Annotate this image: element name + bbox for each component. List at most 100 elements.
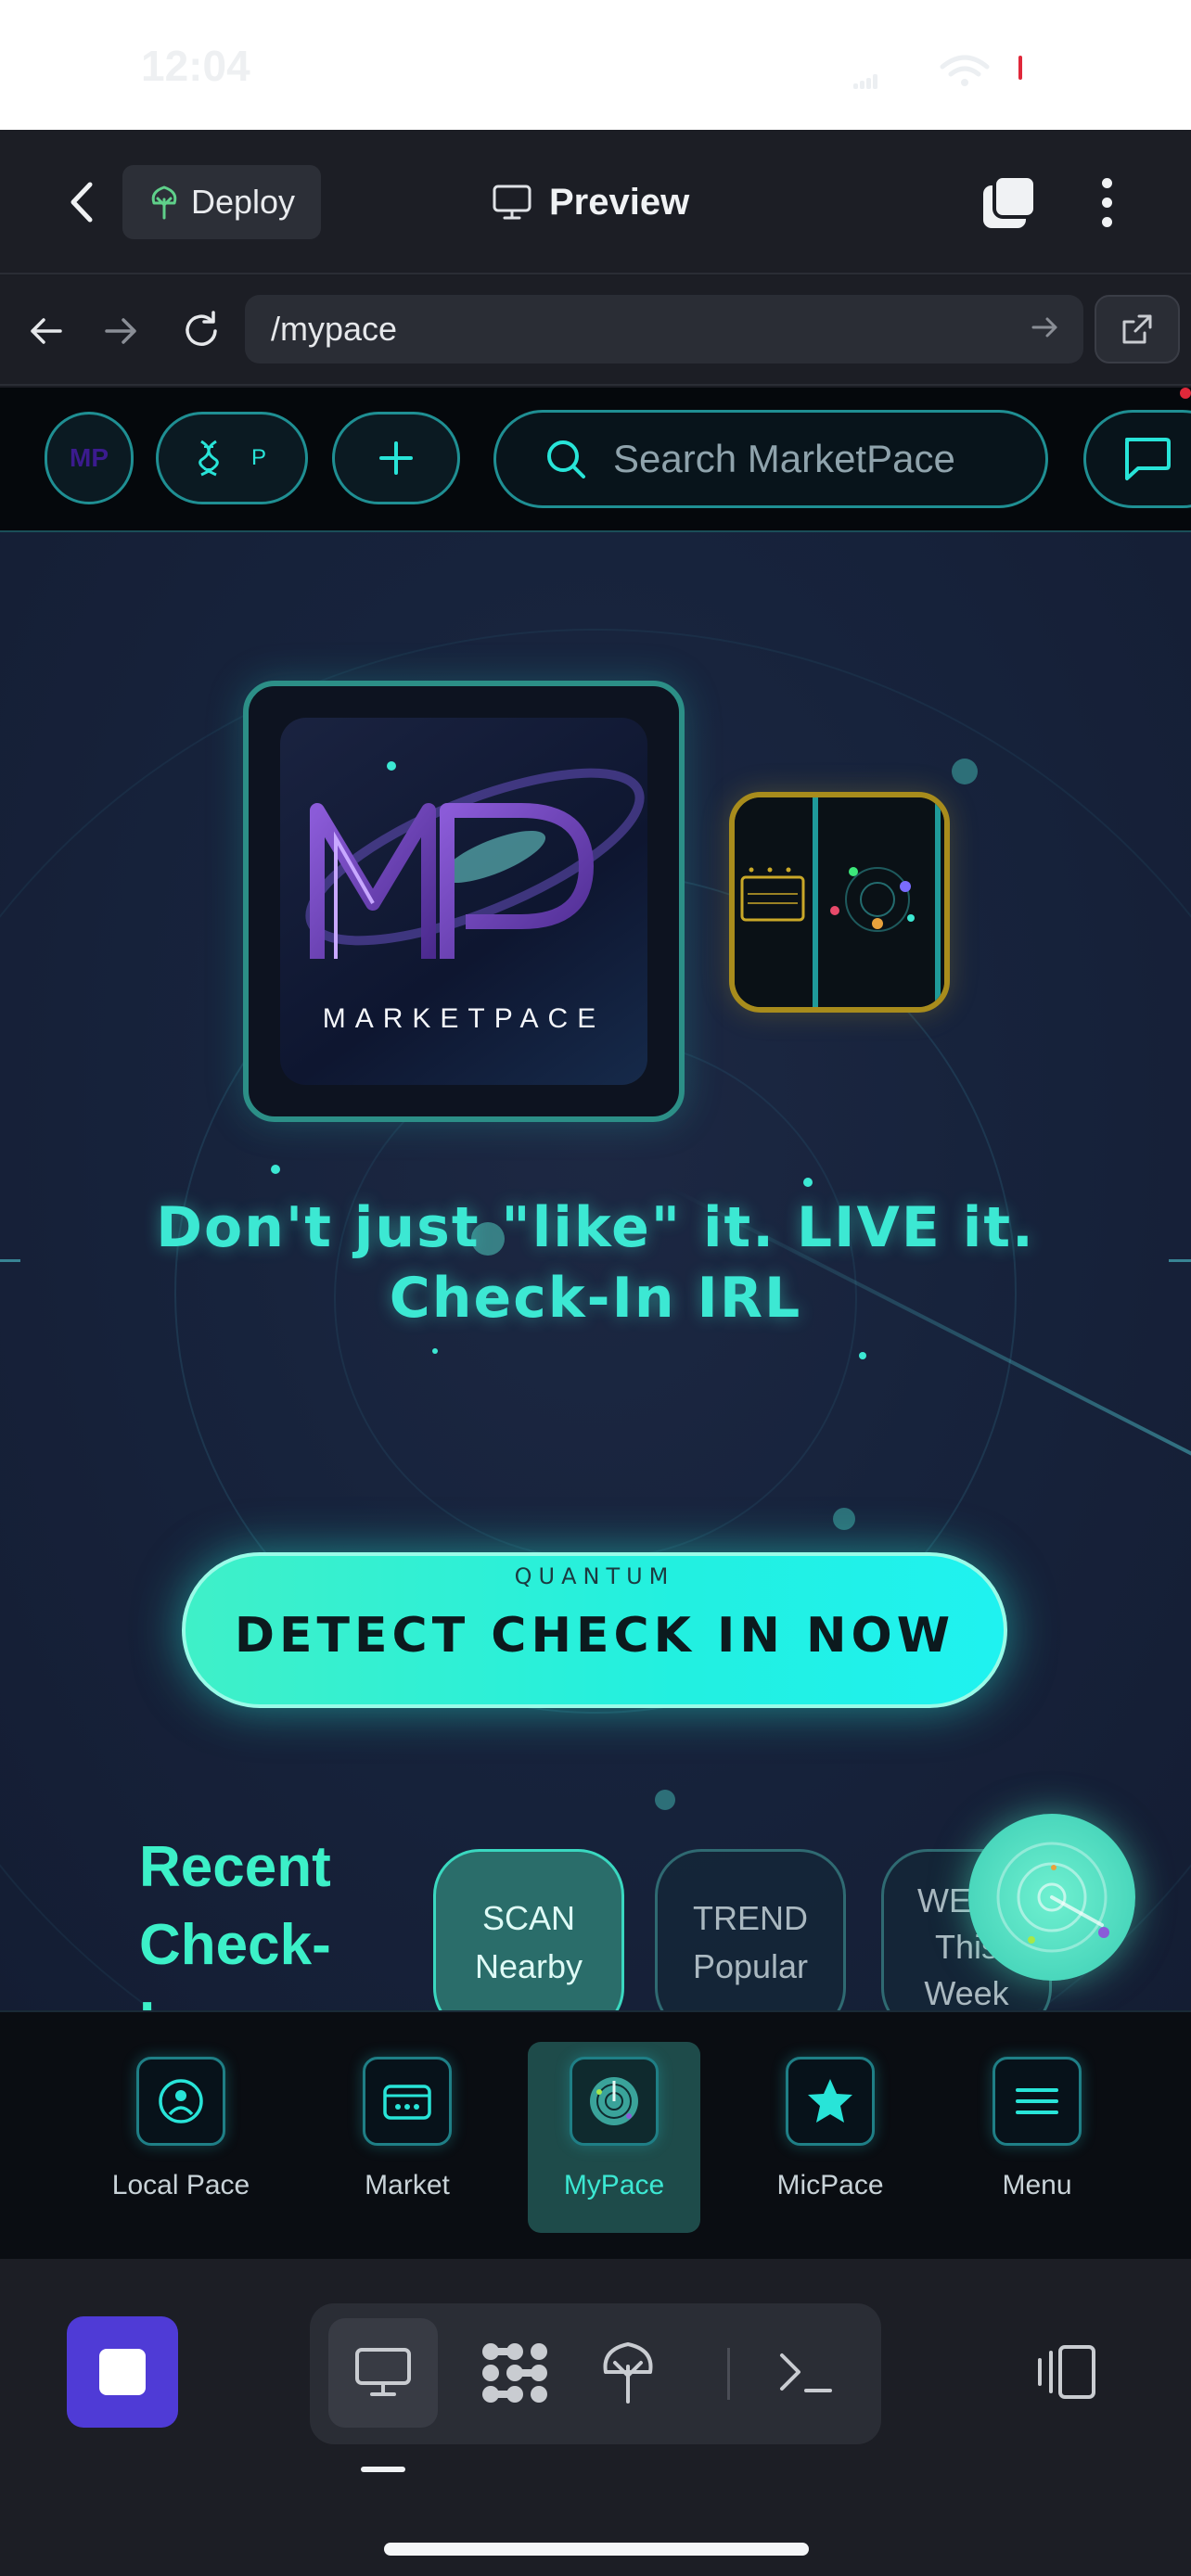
search-placeholder: Search MarketPace	[613, 437, 955, 480]
wifi-icon	[940, 55, 990, 86]
page-title: Preview	[549, 181, 690, 223]
more-dot	[1101, 216, 1112, 227]
url-row: /mypace	[0, 276, 1191, 386]
terminal-tool-button[interactable]	[751, 2318, 861, 2428]
notification-dot	[1180, 388, 1191, 399]
marketpace-logo-card[interactable]: MARKETPACE	[243, 681, 685, 1122]
mypace-radar-icon	[570, 2057, 659, 2146]
nav-local-pace[interactable]: Local Pace	[95, 2042, 267, 2233]
monitor-icon	[493, 185, 531, 220]
arrow-left-icon	[31, 318, 62, 344]
market-icon	[363, 2057, 452, 2146]
nav-menu[interactable]: Menu	[951, 2042, 1123, 2233]
battery-icon	[1018, 56, 1022, 80]
deploy-tool-button[interactable]	[573, 2318, 683, 2428]
browser-forward-button[interactable]	[93, 302, 150, 360]
cta-sub-label: QUANTUM	[514, 1563, 675, 1589]
nav-mypace[interactable]: MyPace	[528, 2042, 700, 2233]
active-tool-indicator	[361, 2467, 405, 2472]
tool-separator	[727, 2348, 730, 2400]
tabs-icon[interactable]	[978, 171, 1041, 234]
filter-line1: SCAN	[481, 1899, 576, 1937]
particle	[655, 1790, 675, 1810]
more-dot	[1101, 177, 1112, 188]
nav-label: MyPace	[563, 2170, 665, 2200]
panel-toggle-button[interactable]	[1030, 2335, 1104, 2409]
preview-tool-button[interactable]	[328, 2318, 438, 2428]
nav-micpace[interactable]: MicPace	[744, 2042, 916, 2233]
status-time: 12:04	[141, 42, 250, 90]
recent-checkins-heading: Recent Check-Ins	[139, 1835, 331, 2010]
search-input[interactable]: Search MarketPace	[493, 410, 1048, 508]
nav-market[interactable]: Market	[321, 2042, 493, 2233]
canvas-tool-button[interactable]	[460, 2318, 570, 2428]
avatar-initials: MP	[70, 443, 109, 472]
deploy-button[interactable]: Deploy	[122, 165, 321, 239]
open-external-button[interactable]	[1095, 295, 1180, 363]
filter-line2: Popular	[692, 1947, 809, 1985]
particle	[859, 1352, 866, 1359]
more-options-button[interactable]	[1083, 171, 1130, 234]
radar-fab-button[interactable]	[968, 1814, 1135, 1981]
plus-icon	[379, 441, 413, 475]
edge-marker	[1169, 1259, 1191, 1262]
dna-pill-label: P	[250, 445, 266, 470]
status-bar: 12:04	[0, 0, 1191, 130]
logo-artwork: MARKETPACE	[280, 718, 647, 1085]
signal-icon	[853, 74, 877, 89]
grid-pattern-icon	[482, 2343, 547, 2403]
add-button[interactable]	[332, 412, 460, 504]
deploy-label: Deploy	[191, 183, 296, 221]
terminal-icon	[780, 2353, 832, 2392]
dna-icon	[198, 440, 219, 477]
edge-marker	[0, 1259, 20, 1262]
stop-button[interactable]	[67, 2316, 178, 2428]
local-pace-icon	[136, 2057, 225, 2146]
cta-main-label: DETECT CHECK IN NOW	[234, 1608, 955, 1664]
filter-line2: Nearby	[474, 1947, 583, 1985]
arrow-right-icon	[105, 318, 136, 344]
deploy-tree-icon	[151, 185, 177, 220]
browser-back-button[interactable]	[17, 302, 74, 360]
url-input[interactable]: /mypace	[245, 295, 1083, 363]
web-preview: MP P Search MarketPace MARKETPACE Don't …	[0, 388, 1191, 2010]
go-arrow-icon[interactable]	[1030, 312, 1061, 343]
chevron-left-icon	[70, 182, 93, 223]
more-dot	[1101, 197, 1112, 208]
stop-icon	[99, 2349, 146, 2395]
particle	[432, 1348, 438, 1354]
particle	[271, 1165, 280, 1174]
particle	[952, 759, 978, 784]
nav-label: Menu	[1002, 2170, 1072, 2200]
app-header: Deploy Preview	[0, 130, 1191, 274]
home-indicator[interactable]	[384, 2543, 809, 2556]
bottom-nav: Local Pace Market MyPace MicPace Menu	[0, 2010, 1191, 2259]
filter-trend-popular[interactable]: TREND Popular	[655, 1849, 846, 2010]
filter-scan-nearby[interactable]: SCAN Nearby	[433, 1849, 624, 2010]
menu-icon	[992, 2057, 1082, 2146]
reload-icon	[186, 311, 217, 346]
radar-icon	[996, 1842, 1109, 1953]
back-button[interactable]	[52, 172, 111, 232]
filter-line1: TREND	[693, 1899, 808, 1937]
checkin-radar-thumbnail-icon	[735, 797, 944, 1007]
checkin-preview-thumbnail[interactable]	[729, 792, 950, 1013]
nav-label: Market	[365, 2170, 450, 2200]
reload-button[interactable]	[173, 302, 230, 360]
star-icon	[786, 2057, 875, 2146]
nav-label: MicPace	[776, 2170, 884, 2200]
side-panel-icon	[1038, 2345, 1095, 2399]
tagline: Don't just "like" it. LIVE it. Check-In …	[156, 1195, 1035, 1331]
dev-toolbar	[0, 2259, 1191, 2576]
detect-check-in-button[interactable]: QUANTUM DETECT CHECK IN NOW	[182, 1552, 1007, 1708]
url-text: /mypace	[271, 310, 398, 348]
profile-avatar-button[interactable]: MP	[45, 412, 134, 504]
chat-bubble-icon	[1125, 438, 1171, 480]
logo-wordmark: MARKETPACE	[322, 1003, 606, 1034]
dna-button[interactable]: P	[156, 412, 308, 504]
particle	[833, 1508, 855, 1530]
deploy-tree-icon	[603, 2342, 653, 2404]
preview-title: Preview	[492, 174, 689, 230]
messages-button[interactable]	[1083, 410, 1191, 508]
tool-group	[310, 2303, 881, 2444]
